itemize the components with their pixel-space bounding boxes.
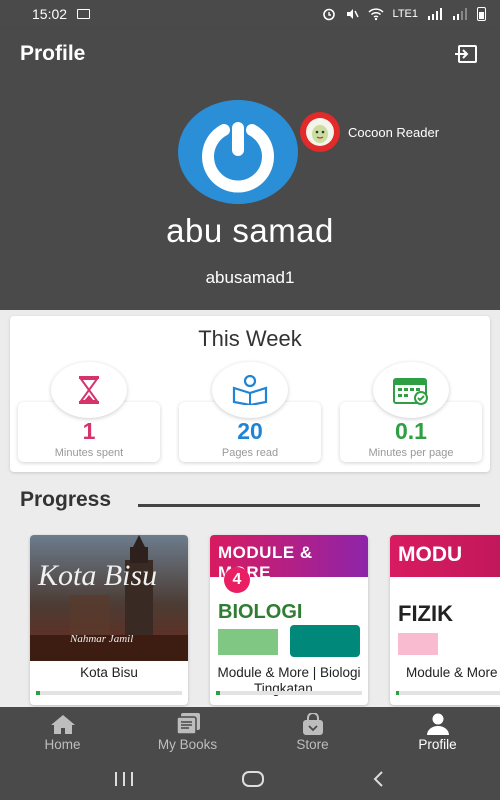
home-icon bbox=[50, 713, 76, 735]
nav-store[interactable]: Store bbox=[250, 707, 375, 757]
book-progress-bar bbox=[36, 691, 182, 695]
book-card-biologi[interactable]: MODULE & MORE 4 BIOLOGI Module & More | … bbox=[210, 535, 368, 705]
stat-label: Minutes per page bbox=[368, 447, 454, 459]
this-week-title: This Week bbox=[198, 326, 302, 351]
alarm-icon bbox=[322, 8, 335, 21]
cover-subject: BIOLOGI bbox=[218, 601, 303, 623]
badge-name: Cocoon Reader bbox=[348, 124, 440, 140]
wifi-icon bbox=[367, 8, 384, 21]
stat-value: 20 bbox=[237, 418, 263, 444]
mute-icon bbox=[346, 9, 359, 19]
book-cover: MODULE & MORE 4 BIOLOGI bbox=[210, 535, 368, 661]
cover-title: Kota Bisu bbox=[38, 559, 158, 592]
reader-badge: Cocoon Reader bbox=[300, 112, 439, 152]
bottom-nav: Home My Books Store Profile bbox=[0, 707, 500, 757]
book-progress-bar bbox=[396, 691, 500, 695]
reading-person-icon bbox=[212, 362, 288, 418]
book-cover: MODU FIZIK bbox=[390, 535, 500, 661]
gallery-notification-icon bbox=[77, 9, 91, 19]
stat-value: 0.1 bbox=[395, 418, 427, 444]
home-button-icon[interactable] bbox=[241, 770, 265, 788]
nav-label: Home bbox=[44, 736, 81, 752]
books-icon bbox=[175, 712, 201, 735]
cover-title: MODU bbox=[398, 543, 463, 566]
battery-icon bbox=[477, 7, 486, 21]
cover-form: 4 bbox=[224, 567, 250, 593]
book-cover: Kota Bisu Nahmar Jamil bbox=[30, 535, 188, 661]
book-progress-bar bbox=[216, 691, 362, 695]
network-label: LTE1 bbox=[392, 8, 418, 20]
calendar-icon bbox=[373, 362, 449, 418]
person-icon bbox=[426, 713, 450, 735]
app-bar: Profile bbox=[0, 28, 500, 80]
stat-label: Minutes spent bbox=[54, 447, 124, 459]
avatar bbox=[178, 100, 298, 204]
logout-icon bbox=[455, 45, 477, 63]
username: abusamad1 bbox=[205, 268, 295, 287]
nav-my-books[interactable]: My Books bbox=[125, 707, 250, 757]
book-card-fizik[interactable]: MODU FIZIK Module & More | Fizik Tingkat… bbox=[390, 535, 500, 705]
recent-apps-icon[interactable] bbox=[113, 771, 135, 787]
logout-button[interactable] bbox=[452, 40, 480, 68]
book-title: Module & More | Biologi Tingkatan... bbox=[217, 665, 361, 696]
progress-divider bbox=[138, 504, 480, 507]
cocoon-badge-icon bbox=[300, 112, 340, 152]
system-nav-bar bbox=[0, 757, 500, 800]
book-title: Kota Bisu bbox=[80, 665, 138, 680]
nav-label: Store bbox=[296, 736, 329, 752]
progress-title: Progress bbox=[20, 488, 112, 511]
nav-home[interactable]: Home bbox=[0, 707, 125, 757]
book-card-kota-bisu[interactable]: Kota Bisu Nahmar Jamil Kota Bisu bbox=[30, 535, 188, 705]
user-full-name: abu samad bbox=[166, 212, 334, 249]
profile-header: Cocoon Reader abu samad abusamad1 bbox=[0, 80, 500, 310]
signal-icon bbox=[428, 8, 442, 20]
page-title: Profile bbox=[20, 42, 86, 65]
store-bag-icon bbox=[301, 712, 325, 735]
status-bar: 15:02 LTE1 bbox=[0, 0, 500, 28]
power-logo-icon bbox=[186, 100, 290, 204]
status-time: 15:02 bbox=[32, 6, 68, 22]
cover-subject: FIZIK bbox=[398, 601, 453, 626]
nav-profile[interactable]: Profile bbox=[375, 707, 500, 757]
nav-label: Profile bbox=[418, 736, 457, 752]
stat-value: 1 bbox=[82, 418, 96, 444]
book-title: Module & More | Fizik Tingkatan... bbox=[406, 665, 500, 680]
stat-label: Pages read bbox=[221, 447, 279, 459]
back-icon[interactable] bbox=[371, 770, 387, 788]
cover-author: Nahmar Jamil bbox=[70, 633, 134, 645]
hourglass-icon bbox=[51, 362, 127, 418]
status-icons: LTE1 bbox=[322, 7, 486, 21]
signal-2-icon bbox=[453, 8, 467, 20]
nav-label: My Books bbox=[157, 736, 218, 752]
this-week-card: This Week 1 Minutes spent 20 Pages read … bbox=[10, 316, 490, 472]
